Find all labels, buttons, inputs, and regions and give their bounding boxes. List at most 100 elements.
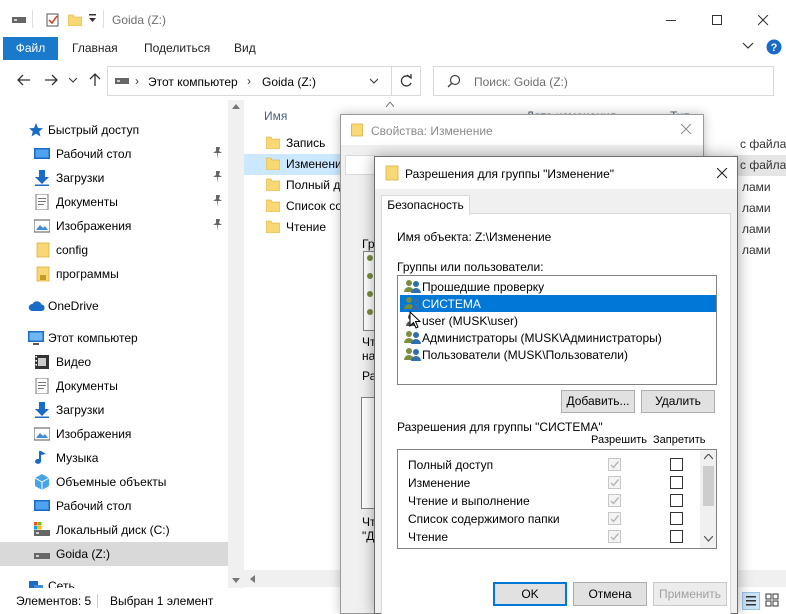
list-item[interactable]: Список содержимого папки <box>244 196 340 217</box>
help-icon[interactable]: ? <box>766 39 782 55</box>
new-folder-icon[interactable] <box>68 13 82 26</box>
check-icon <box>610 533 620 541</box>
cancel-button[interactable]: Отмена <box>573 582 647 606</box>
check-icon <box>610 479 620 487</box>
search-box[interactable]: Поиск: Goida (Z:) <box>433 66 774 96</box>
nav-onedrive[interactable]: OneDrive <box>0 294 228 318</box>
nav-quick-access[interactable]: Быстрый доступ <box>0 118 228 142</box>
user-item-users[interactable]: Пользователи (MUSK\Пользователи) <box>400 346 716 363</box>
user-item-administrators[interactable]: Администраторы (MUSK\Администраторы) <box>400 329 716 346</box>
deny-column-header: Запретить <box>653 434 706 446</box>
address-bar[interactable]: › Этот компьютер › Goida (Z:) <box>107 66 421 96</box>
permissions-close-button[interactable] <box>717 168 728 179</box>
nav-3d-objects[interactable]: Объемные объекты <box>0 470 228 494</box>
list-item[interactable]: Полный доступ <box>244 175 340 196</box>
column-name[interactable]: Имя <box>264 109 287 123</box>
back-button[interactable] <box>13 62 35 98</box>
nav-this-pc[interactable]: Этот компьютер <box>0 326 228 350</box>
sort-ascending-icon <box>386 102 394 107</box>
pin-icon[interactable] <box>212 171 223 183</box>
add-button[interactable]: Добавить... <box>561 390 635 413</box>
forward-button[interactable] <box>40 62 62 98</box>
nav-videos[interactable]: Видео <box>0 350 228 374</box>
nav-documents[interactable]: Документы <box>0 190 228 214</box>
scroll-up-icon[interactable] <box>232 104 240 109</box>
maximize-button[interactable] <box>694 0 740 40</box>
ribbon: Файл Главная Поделиться Вид ? <box>0 37 786 60</box>
object-name-value: Z:\Изменение <box>475 230 552 244</box>
expand-ribbon-icon[interactable] <box>742 42 754 50</box>
scroll-down-icon[interactable] <box>704 536 713 542</box>
nav-goida-z[interactable]: Goida (Z:) <box>0 542 228 566</box>
properties-close-button[interactable] <box>681 124 692 135</box>
scroll-thumb[interactable] <box>703 466 714 506</box>
pin-icon[interactable] <box>212 195 223 207</box>
search-icon <box>447 74 461 88</box>
tab-file[interactable]: Файл <box>3 37 58 60</box>
nav-desktop[interactable]: Рабочий стол <box>0 142 228 166</box>
nav-local-disk-c[interactable]: Локальный диск (C:) <box>0 518 228 542</box>
search-input[interactable]: Поиск: Goida (Z:) <box>474 75 568 89</box>
check-icon <box>610 461 620 469</box>
minimize-button[interactable] <box>648 0 694 40</box>
close-button[interactable] <box>740 0 786 40</box>
deny-checkbox[interactable] <box>670 512 683 525</box>
nav-pc-documents[interactable]: Документы <box>0 374 228 398</box>
tab-view[interactable]: Вид <box>234 37 256 60</box>
deny-checkbox[interactable] <box>670 530 683 543</box>
remove-button[interactable]: Удалить <box>641 390 715 413</box>
list-item[interactable]: Запись <box>244 133 340 154</box>
scroll-left-icon[interactable] <box>250 575 255 583</box>
pin-icon[interactable] <box>212 219 223 231</box>
ok-button[interactable]: OK <box>493 582 567 606</box>
nav-network[interactable]: Сеть <box>0 574 228 588</box>
breadcrumb-drive[interactable]: Goida (Z:) <box>262 75 316 89</box>
nav-downloads[interactable]: Загрузки <box>0 166 228 190</box>
customize-toolbar-icon[interactable] <box>88 13 97 23</box>
tab-home[interactable]: Главная <box>72 37 118 60</box>
scroll-down-icon[interactable] <box>232 578 240 583</box>
tab-security[interactable]: Безопасность <box>381 195 470 215</box>
tab-share[interactable]: Поделиться <box>144 37 210 60</box>
pin-icon[interactable] <box>212 147 223 159</box>
apply-button[interactable]: Применить <box>653 582 727 606</box>
permissions-dialog: Разрешения для группы "Изменение" Безопа… <box>374 156 738 614</box>
nav-pictures[interactable]: Изображения <box>0 214 228 238</box>
deny-checkbox[interactable] <box>670 494 683 507</box>
nav-programs[interactable]: программы <box>0 262 228 286</box>
user-item-system[interactable]: СИСТЕМА <box>400 295 716 312</box>
nav-pc-pictures[interactable]: Изображения <box>0 422 228 446</box>
nav-pc-downloads[interactable]: Загрузки <box>0 398 228 422</box>
breadcrumb-this-pc[interactable]: Этот компьютер <box>148 75 238 89</box>
close-icon <box>757 14 768 25</box>
user-item-authenticated[interactable]: Прошедшие проверку <box>400 278 716 295</box>
details-view-button[interactable] <box>742 592 760 610</box>
chevron-down-icon <box>370 78 378 84</box>
large-icons-view-icon <box>765 593 779 607</box>
list-item-selected[interactable]: Изменение <box>244 154 340 175</box>
cube-icon <box>34 474 50 490</box>
large-icons-view-button[interactable] <box>764 592 782 610</box>
address-history-button[interactable] <box>370 78 378 84</box>
nav-pc-desktop[interactable]: Рабочий стол <box>0 494 228 518</box>
folder-icon <box>266 157 280 170</box>
recent-locations-button[interactable] <box>62 62 84 98</box>
deny-checkbox[interactable] <box>670 458 683 471</box>
refresh-button[interactable] <box>399 73 413 89</box>
users-list[interactable]: Прошедшие проверку СИСТЕМА user (MUSK\us… <box>397 275 717 385</box>
properties-title-bar: Свойства: Изменение <box>341 115 703 145</box>
user-item-user[interactable]: user (MUSK\user) <box>400 312 716 329</box>
permissions-list: Полный доступ Изменение Чтение и выполне… <box>397 449 717 549</box>
drive-icon <box>34 546 50 562</box>
nav-scrollbar[interactable] <box>228 100 244 588</box>
scroll-up-icon[interactable] <box>704 454 713 460</box>
properties-icon[interactable] <box>46 13 59 27</box>
properties-tab-fragment <box>345 155 375 175</box>
list-item[interactable]: Чтение <box>244 217 340 238</box>
permissions-scrollbar[interactable] <box>700 450 716 548</box>
nav-config[interactable]: config <box>0 238 228 262</box>
minimize-icon <box>665 19 676 21</box>
nav-music[interactable]: Музыка <box>0 446 228 470</box>
up-button[interactable] <box>84 62 106 98</box>
deny-checkbox[interactable] <box>670 476 683 489</box>
